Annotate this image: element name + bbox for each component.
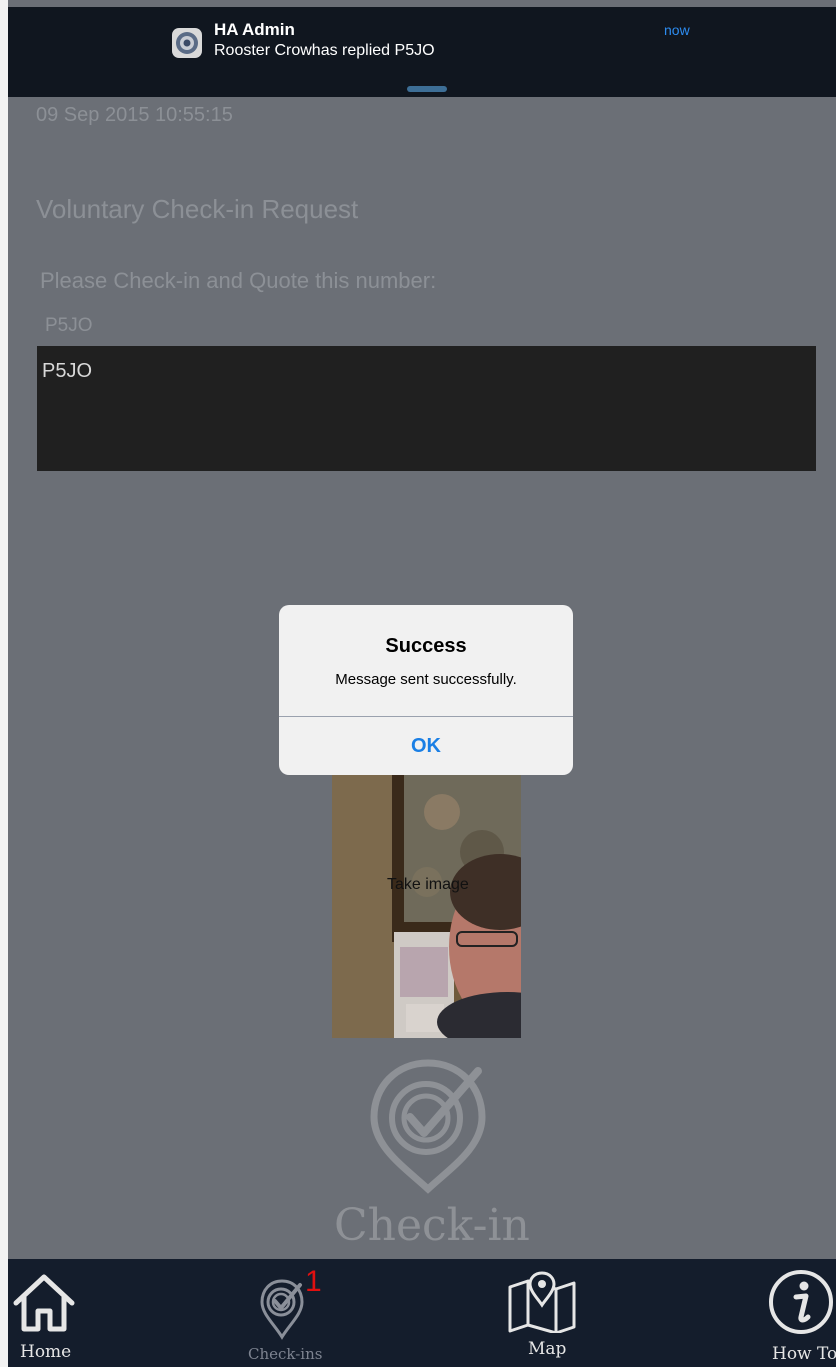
tab-check-ins[interactable]: 1 Check-ins (238, 1259, 348, 1367)
dialog-ok-button[interactable]: OK (279, 717, 573, 775)
reply-text-area[interactable]: P5JO (37, 346, 816, 471)
success-alert-dialog: Success Message sent successfully. OK (279, 605, 573, 775)
notification-message: Rooster Crowhas replied P5JO (214, 42, 435, 59)
take-image-label[interactable]: Take image (387, 876, 469, 894)
banner-grabber-handle[interactable] (407, 86, 447, 92)
tab-home[interactable]: Home (8, 1259, 98, 1367)
request-title: Voluntary Check-in Request (36, 194, 359, 224)
dialog-message: Message sent successfully. (335, 671, 517, 688)
captured-photo[interactable]: Take image (332, 772, 521, 1038)
request-timestamp: 09 Sep 2015 10:55:15 (36, 104, 233, 126)
request-code: P5JO (45, 315, 93, 336)
tab-how-to[interactable]: How To (748, 1259, 836, 1367)
checkin-logo-icon (366, 1055, 490, 1200)
info-icon (769, 1270, 833, 1334)
tab-how-to-label: How To (772, 1344, 836, 1364)
app-logo-icon (172, 28, 202, 58)
tab-home-label: Home (20, 1342, 72, 1362)
checkins-badge: 1 (305, 1265, 322, 1298)
checkin-target-icon (260, 1279, 304, 1340)
notification-banner[interactable]: HA Admin Rooster Crowhas replied P5JO no… (8, 7, 836, 97)
tab-map[interactable]: Map (498, 1259, 588, 1367)
screen-edge (0, 0, 8, 1367)
home-icon (13, 1274, 75, 1332)
bottom-tab-bar: Home 1 Check-ins Map How To (8, 1259, 836, 1367)
notification-time: now (664, 22, 690, 38)
tab-check-ins-label: Check-ins (248, 1345, 323, 1363)
notification-title: HA Admin (214, 20, 295, 39)
photo-image (332, 772, 521, 1038)
tab-map-label: Map (528, 1339, 567, 1359)
map-icon (508, 1271, 576, 1333)
checkin-brand-text: Check-in (334, 1200, 530, 1251)
request-prompt: Please Check-in and Quote this number: (40, 268, 437, 293)
dialog-title: Success (385, 635, 467, 657)
